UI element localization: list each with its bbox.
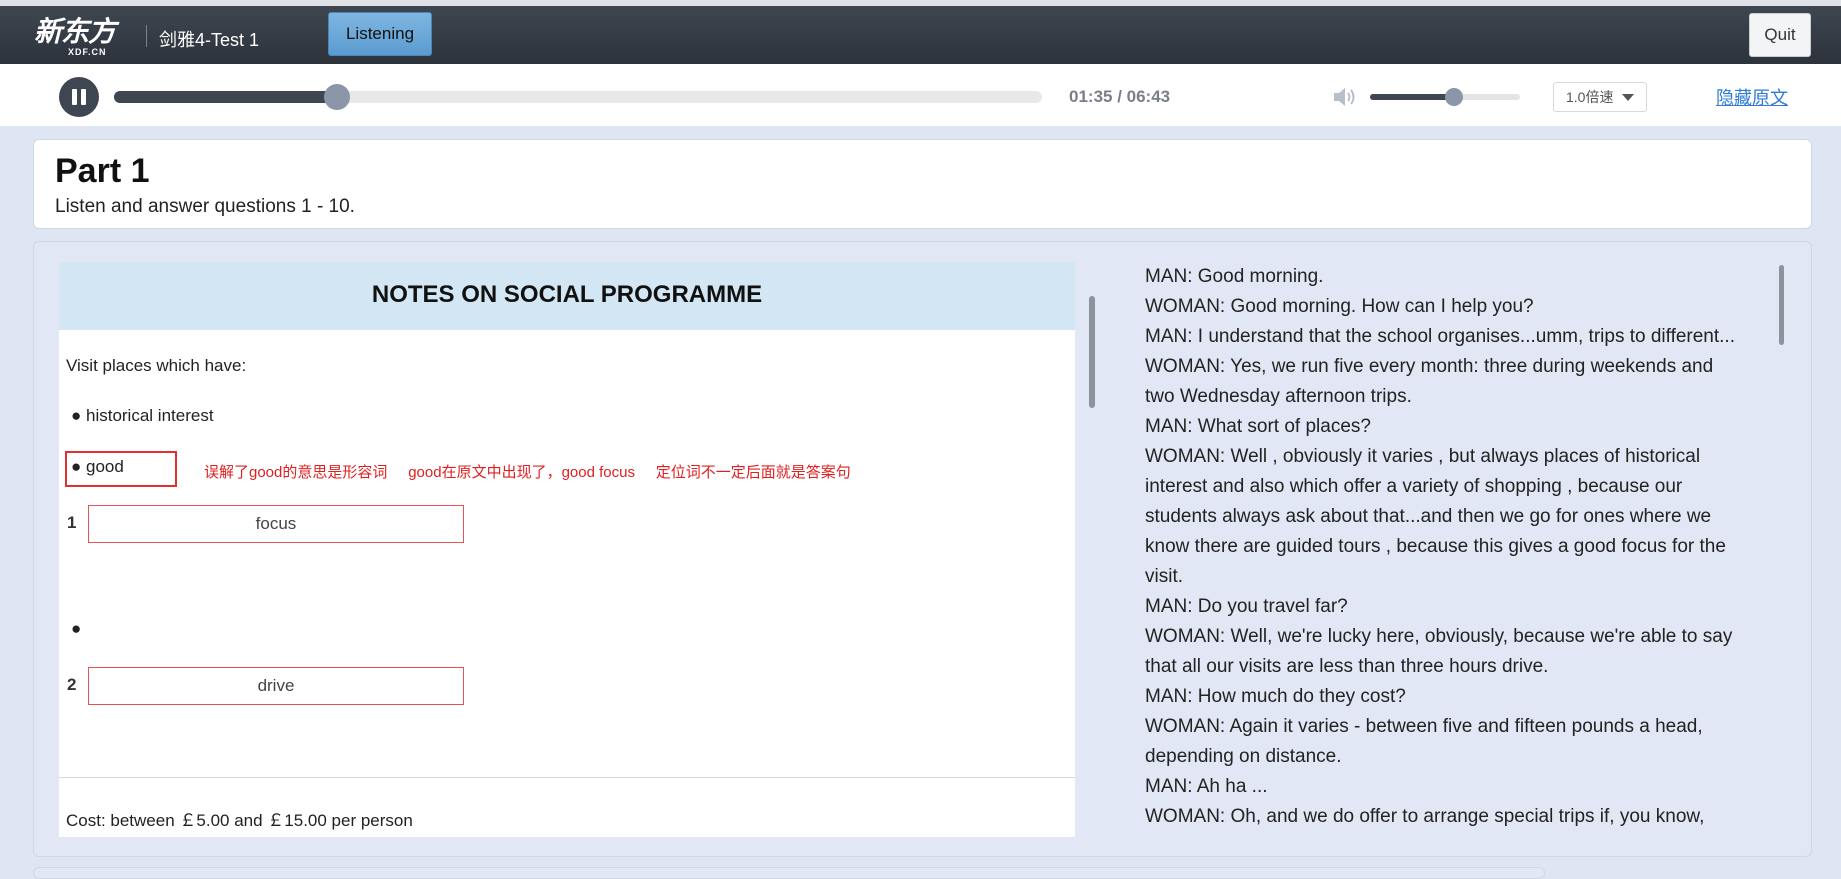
transcript-panel: MAN: Good morning. WOMAN: Good morning. H… [1145, 262, 1770, 827]
answer-input-2[interactable]: drive [88, 667, 464, 705]
transcript-line: depending on distance. [1145, 746, 1342, 767]
xdf-logo: 新东方 XDF.CN [34, 15, 116, 58]
logo-divider [146, 25, 147, 47]
speed-value: 1.0倍速 [1566, 89, 1614, 105]
part-header: Part 1 Listen and answer questions 1 - 1… [33, 139, 1812, 229]
volume-handle[interactable] [1445, 88, 1463, 106]
bullet-historical: ● historical interest [71, 406, 214, 425]
transcript-line: that all our visits are less than three … [1145, 656, 1549, 677]
pause-icon[interactable] [59, 77, 99, 117]
part-instructions: Listen and answer questions 1 - 10. [55, 196, 355, 217]
annotation-note: 误解了good的意思是形容词 good在原文中出现了，good focus 定位… [204, 464, 851, 481]
logo-en-text: XDF.CN [68, 47, 107, 57]
question-number-1: 1 [67, 513, 77, 532]
notes-heading: NOTES ON SOCIAL PROGRAMME [59, 262, 1075, 330]
transcript-line: interest and also which offer a variety … [1145, 476, 1683, 497]
progress-fill [114, 91, 337, 103]
progress-slider[interactable] [114, 84, 1042, 110]
top-bar: 新东方 XDF.CN 剑雅4-Test 1 Listening Quit [0, 0, 1841, 64]
transcript-line: WOMAN: Oh, and we do offer to arrange sp… [1145, 806, 1705, 827]
transcript-line: students always ask about that...and the… [1145, 506, 1712, 527]
transcript-line: WOMAN: Yes, we run five every month: thr… [1145, 356, 1714, 377]
transcript-line: MAN: I understand that the school organi… [1145, 326, 1735, 347]
bullet-empty: ● [71, 619, 82, 638]
transcript-line: WOMAN: Again it varies - between five an… [1145, 716, 1703, 737]
transcript-line: WOMAN: Good morning. How can I help you? [1145, 296, 1534, 317]
speed-select[interactable]: 1.0倍速 [1553, 82, 1647, 112]
transcript-line: WOMAN: Well , obviously it varies , but … [1145, 446, 1701, 467]
bullet-good: ● good [71, 457, 124, 476]
progress-handle[interactable] [323, 84, 350, 110]
question-number-2: 2 [67, 675, 77, 694]
notes-divider [59, 777, 1075, 778]
transcript-scrollbar[interactable] [1779, 265, 1784, 345]
test-title: 剑雅4-Test 1 [159, 30, 260, 50]
transcript-line: MAN: Do you travel far? [1145, 596, 1348, 617]
transcript-line: MAN: Ah ha ... [1145, 776, 1268, 797]
part-title: Part 1 [55, 152, 150, 190]
transcript-line: MAN: How much do they cost? [1145, 686, 1406, 707]
notes-intro: Visit places which have: [66, 356, 247, 375]
transcript-line: MAN: What sort of places? [1145, 416, 1371, 437]
transcript-line: two Wednesday afternoon trips. [1145, 386, 1412, 407]
transcript-line: MAN: Good morning. [1145, 266, 1324, 287]
logo-cn-text: 新东方 [34, 15, 116, 48]
volume-slider[interactable] [1370, 88, 1520, 106]
audio-player: 01:35 / 06:43 1.0倍速 隐藏原文 [0, 64, 1841, 126]
quit-button[interactable]: Quit [1749, 13, 1811, 57]
notes-scrollbar[interactable] [1089, 296, 1095, 408]
cost-line: Cost: between ￡5.00 and ￡15.00 per perso… [66, 811, 413, 830]
next-card-edge [33, 867, 1545, 879]
transcript-line: know there are guided tours , because th… [1145, 536, 1726, 557]
transcript-line: visit. [1145, 566, 1183, 587]
playback-time: 01:35 / 06:43 [1069, 87, 1171, 106]
listening-button[interactable]: Listening [328, 12, 432, 56]
transcript-line: WOMAN: Well, we're lucky here, obviously… [1145, 626, 1733, 647]
volume-fill [1370, 94, 1454, 100]
volume-icon[interactable] [1332, 86, 1358, 108]
hide-transcript-link[interactable]: 隐藏原文 [1716, 84, 1788, 110]
chevron-down-icon [1622, 94, 1634, 101]
answer-input-1[interactable]: focus [88, 505, 464, 543]
notes-panel: NOTES ON SOCIAL PROGRAMME Visit places w… [59, 262, 1075, 837]
